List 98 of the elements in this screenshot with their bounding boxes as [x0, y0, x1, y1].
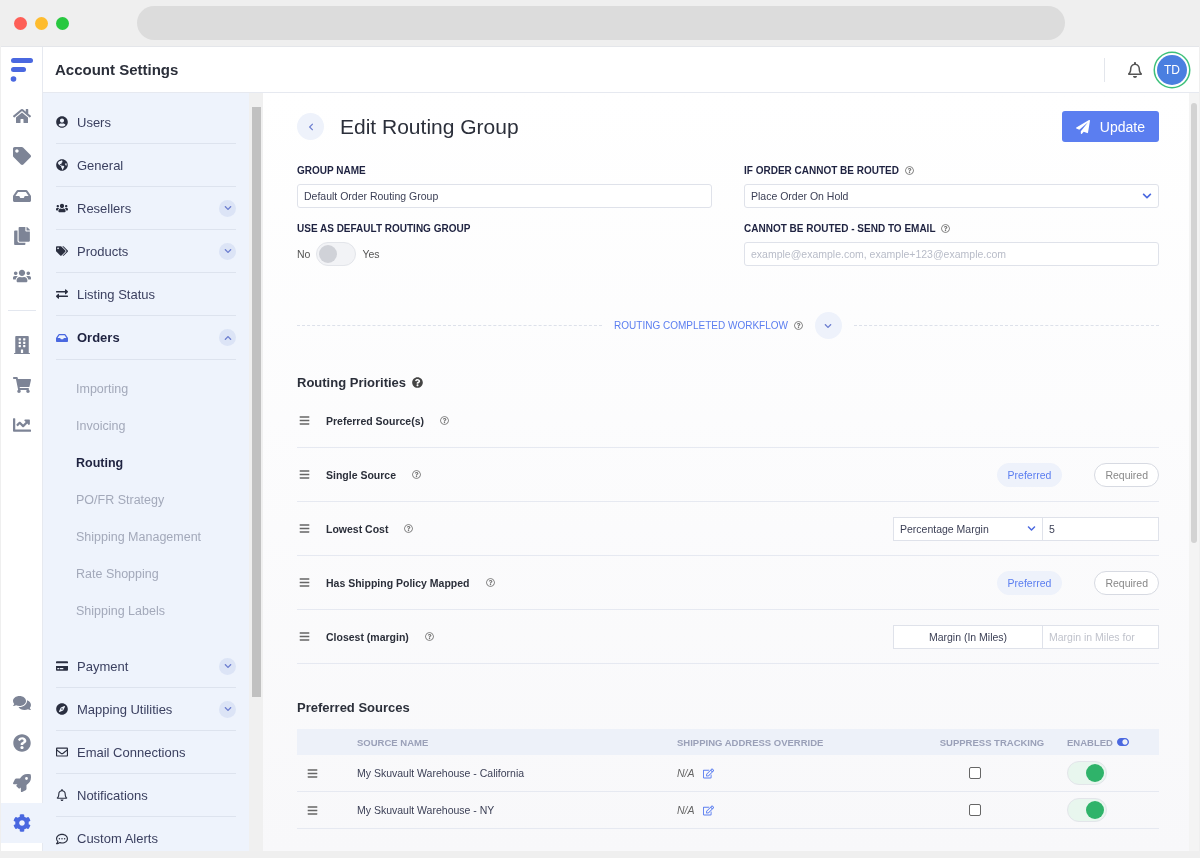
drag-handle-icon[interactable]	[299, 577, 310, 588]
table-cell: N/A	[677, 767, 695, 779]
drag-handle-icon[interactable]	[299, 469, 310, 480]
option-pill[interactable]: Required	[1094, 462, 1159, 487]
expand-icon[interactable]	[219, 199, 236, 217]
help-icon[interactable]	[941, 223, 951, 233]
email-field[interactable]: example@example.com, example+123@example.com	[744, 242, 1159, 266]
update-button[interactable]: Update	[1061, 111, 1159, 142]
chevron-icon	[1142, 191, 1152, 201]
logo-icon[interactable]	[8, 56, 35, 84]
toggle-icon[interactable]	[1116, 736, 1129, 748]
send-icon[interactable]	[1075, 119, 1090, 134]
drag-handle-icon[interactable]	[299, 631, 310, 642]
section-title: Preferred Sources	[297, 700, 410, 715]
expand-icon[interactable]	[219, 700, 236, 718]
sidebar-item[interactable]: Orders	[56, 316, 236, 359]
sidebar-subitem[interactable]: Routing	[56, 444, 236, 481]
expand-icon[interactable]	[219, 657, 236, 675]
users-icon	[56, 202, 68, 214]
sidebar-item[interactable]: Email Connections	[56, 731, 236, 774]
field-label: CANNOT BE ROUTED - SEND TO EMAIL	[744, 222, 936, 234]
enabled-toggle[interactable]	[1067, 761, 1107, 785]
page-header-title: Account Settings	[55, 61, 180, 78]
collapse-icon[interactable]	[219, 329, 236, 346]
scrollbar-thumb[interactable]	[1191, 103, 1197, 543]
help-icon[interactable]	[485, 578, 495, 587]
user-avatar[interactable]: TD	[1157, 54, 1187, 85]
help-icon[interactable]	[905, 165, 914, 175]
checkbox[interactable]	[969, 767, 981, 779]
chevron-icon[interactable]	[824, 321, 833, 330]
bell-icon	[56, 789, 68, 801]
close-dot[interactable]	[14, 16, 27, 30]
sidebar-item[interactable]: General	[56, 144, 236, 187]
priority-label: Closest (margin)	[326, 630, 409, 643]
table-cell: N/A	[677, 804, 695, 816]
priority-label: Lowest Cost	[326, 522, 389, 535]
minimize-dot[interactable]	[35, 16, 48, 30]
sidebar-item[interactable]: Payment	[56, 645, 236, 688]
edit-icon[interactable]	[702, 767, 714, 779]
toggle-label: Yes	[362, 248, 380, 260]
help-icon[interactable]	[412, 470, 422, 479]
priority-label: Single Source	[326, 468, 397, 481]
drag-handle-icon[interactable]	[299, 523, 310, 534]
field-label: IF ORDER CANNOT BE ROUTED	[744, 164, 899, 176]
user-icon	[56, 116, 68, 128]
table-cell: My Skuvault Warehouse - NY	[357, 804, 495, 816]
priority-label: Has Shipping Policy Mapped	[326, 576, 470, 589]
scrollbar-thumb[interactable]	[251, 107, 261, 697]
sidebar-item[interactable]: Resellers	[56, 187, 236, 230]
sidebar-item[interactable]: Mapping Utilities	[56, 688, 236, 731]
sidebar-item[interactable]: Listing Status	[56, 273, 236, 316]
table-cell: My Skuvault Warehouse - California	[357, 767, 525, 779]
select-field[interactable]: Place Order On Hold	[744, 184, 1159, 208]
card-icon	[56, 660, 68, 672]
chevron-icon	[1027, 524, 1036, 533]
help-icon[interactable]	[793, 321, 803, 330]
workflow-label: ROUTING COMPLETED WORKFLOW	[614, 320, 788, 331]
toggle-label: No	[297, 248, 311, 260]
column-header: SOURCE NAME	[357, 736, 429, 748]
drag-handle-icon[interactable]	[307, 804, 318, 816]
inbox-icon	[56, 331, 68, 344]
input-field[interactable]: 5	[1043, 516, 1159, 541]
help-icon[interactable]	[412, 377, 424, 388]
globe-icon	[56, 159, 68, 171]
help-icon[interactable]	[404, 524, 414, 533]
drag-handle-icon[interactable]	[307, 767, 318, 779]
select-field[interactable]: Percentage Margin	[893, 516, 1043, 541]
comment-icon	[56, 832, 68, 845]
checkbox[interactable]	[969, 804, 981, 816]
sidebar-item[interactable]: Users	[56, 101, 236, 144]
arrows-icon	[56, 288, 68, 300]
maximize-dot[interactable]	[56, 16, 69, 30]
column-header: SUPPRESS TRACKING	[939, 736, 1045, 748]
tags-icon	[56, 245, 68, 257]
envelope-icon	[56, 746, 68, 758]
edit-icon[interactable]	[702, 804, 714, 816]
sidebar-item[interactable]: Products	[56, 230, 236, 273]
option-pill[interactable]: Required	[1094, 570, 1159, 595]
page-title: Edit Routing Group	[340, 114, 520, 139]
field-label: USE AS DEFAULT ROUTING GROUP	[297, 221, 472, 236]
priority-label: Preferred Source(s)	[326, 414, 425, 427]
input-field[interactable]: Margin in Miles for	[1043, 624, 1159, 649]
expand-icon[interactable]	[219, 242, 236, 260]
field-label: GROUP NAME	[297, 163, 367, 178]
default-toggle[interactable]	[316, 242, 357, 266]
column-header: ENABLED	[1067, 736, 1113, 748]
column-header: SHIPPING ADDRESS OVERRIDE	[677, 736, 824, 748]
compass-icon	[56, 703, 68, 715]
enabled-toggle[interactable]	[1067, 798, 1107, 822]
drag-handle-icon[interactable]	[299, 415, 310, 426]
sidebar-item[interactable]: Notifications	[56, 774, 236, 817]
settings-icon[interactable]	[1, 803, 43, 843]
help-icon[interactable]	[440, 416, 450, 425]
section-title: Routing Priorities	[297, 375, 407, 390]
sidebar-item[interactable]: Custom Alerts	[56, 817, 236, 851]
group-name-field[interactable]: Default Order Routing Group	[297, 184, 712, 208]
unit-label: Margin (In Miles)	[893, 624, 1043, 649]
back-icon[interactable]	[306, 122, 315, 131]
